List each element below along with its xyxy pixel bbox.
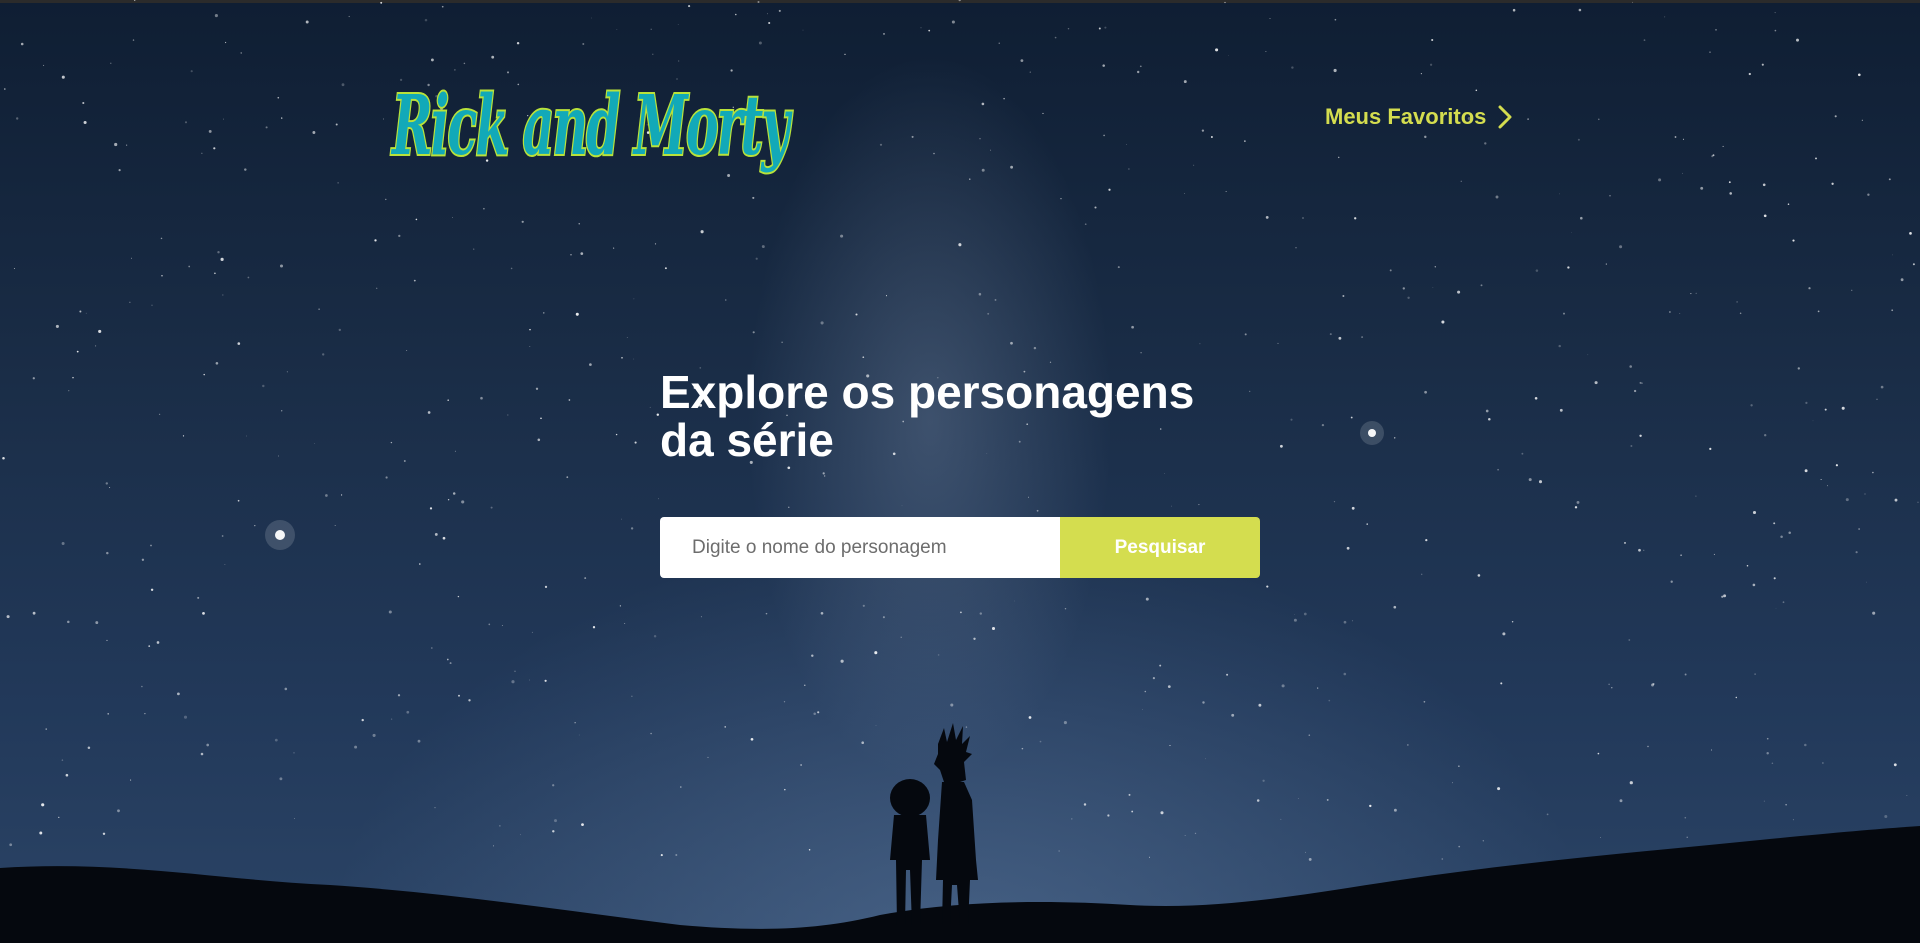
search-form: Pesquisar [660, 517, 1260, 578]
chevron-right-icon [1498, 105, 1512, 129]
character-search-input[interactable] [660, 517, 1060, 578]
svg-text:Rick and Morty: Rick and Morty [391, 78, 793, 174]
silhouette-background [0, 723, 1920, 943]
hero-title: Explore os personagens da série [660, 366, 1195, 466]
page: Rick and Morty Meus Favoritos Explore os… [0, 0, 1920, 943]
favorites-label: Meus Favoritos [1325, 104, 1487, 129]
morty-silhouette [890, 779, 930, 925]
favorites-link[interactable]: Meus Favoritos [1325, 104, 1512, 130]
rick-and-morty-logo[interactable]: Rick and Morty [384, 52, 800, 182]
search-button[interactable]: Pesquisar [1060, 517, 1260, 578]
